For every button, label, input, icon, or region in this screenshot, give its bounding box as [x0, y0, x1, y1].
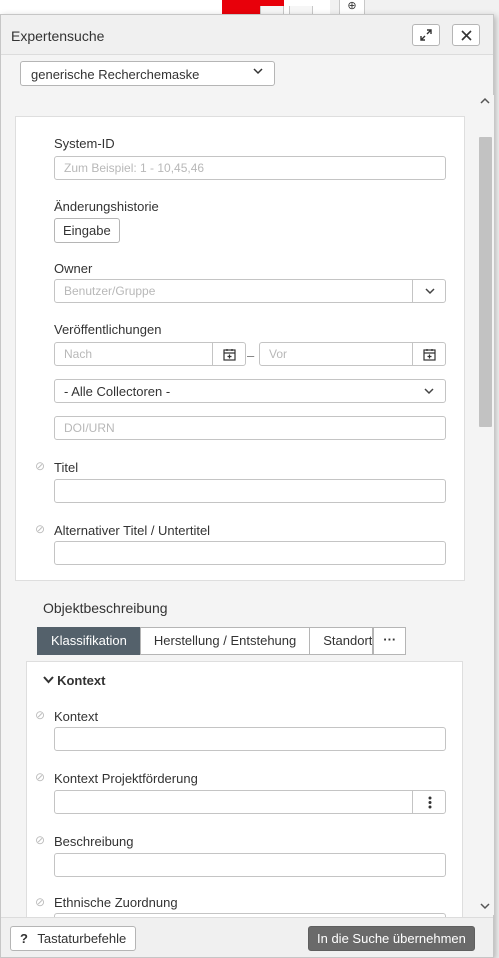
- publications-to-placeholder: Vor: [269, 347, 288, 361]
- ban-icon: ⊘: [35, 522, 46, 536]
- scrollbar-thumb[interactable]: [479, 137, 492, 427]
- calendar-icon[interactable]: [412, 342, 446, 366]
- publications-to-input[interactable]: Vor: [259, 342, 446, 366]
- keyboard-shortcuts-label: Tastaturbefehle: [37, 931, 127, 946]
- expand-icon: [420, 29, 432, 41]
- history-input-button[interactable]: Eingabe: [54, 218, 120, 243]
- ban-icon: ⊘: [35, 895, 46, 909]
- context-funding-label: Kontext Projektförderung: [54, 771, 198, 786]
- help-icon: ?: [20, 931, 28, 946]
- title-label: Titel: [54, 460, 79, 475]
- search-mask-value: generische Recherchemaske: [31, 67, 200, 82]
- keyboard-shortcuts-button[interactable]: ? Tastaturbefehle: [10, 926, 137, 951]
- description-input[interactable]: [54, 853, 446, 877]
- ban-icon: ⊘: [35, 770, 46, 784]
- chevron-down-icon: [412, 279, 446, 303]
- alt-title-label: Alternativer Titel / Untertitel: [54, 523, 211, 538]
- chevron-down-icon: [412, 379, 446, 403]
- dialog-titlebar: Expertensuche: [1, 15, 493, 55]
- collectors-value: - Alle Collectoren -: [64, 384, 171, 399]
- close-button[interactable]: [452, 24, 480, 46]
- chevron-down-icon: [43, 676, 57, 688]
- dialog-footer: ? Tastaturbefehle In die Suche übernehme…: [1, 917, 493, 957]
- description-label: Beschreibung: [54, 834, 134, 849]
- tab-herstellung[interactable]: Herstellung / Entstehung: [139, 627, 311, 655]
- dialog-title: Expertensuche: [11, 28, 105, 44]
- history-label: Änderungshistorie: [54, 199, 159, 214]
- ban-icon: ⊘: [35, 708, 46, 722]
- tab-standort[interactable]: Standort: [309, 627, 374, 655]
- ban-icon: ⊘: [35, 459, 46, 473]
- alt-title-input[interactable]: [54, 541, 446, 565]
- scroll-down-icon[interactable]: [480, 902, 490, 913]
- background-zoom-icon: ⊕: [339, 0, 365, 15]
- publications-from-input[interactable]: Nach: [54, 342, 246, 366]
- owner-label: Owner: [54, 261, 93, 276]
- context-group-title: Kontext: [57, 673, 106, 688]
- publications-from-placeholder: Nach: [64, 347, 93, 361]
- context-funding-input[interactable]: [54, 790, 446, 814]
- owner-select[interactable]: Benutzer/Gruppe: [54, 279, 446, 303]
- date-range-separator: –: [247, 348, 255, 363]
- chevron-down-icon: [252, 65, 264, 80]
- expand-button[interactable]: [412, 24, 440, 46]
- collectors-select[interactable]: - Alle Collectoren -: [54, 379, 446, 403]
- close-icon: [460, 29, 472, 41]
- search-mask-select[interactable]: generische Recherchemaske: [20, 61, 275, 86]
- ban-icon: ⊘: [35, 833, 46, 847]
- system-id-input[interactable]: Zum Beispiel: 1 - 10,45,46: [54, 156, 446, 180]
- ethnic-label: Ethnische Zuordnung: [54, 895, 178, 910]
- context-group-header[interactable]: Kontext: [43, 673, 105, 688]
- more-vertical-icon[interactable]: [412, 790, 446, 814]
- context-label: Kontext: [54, 709, 99, 724]
- doi-urn-input[interactable]: DOI/URN: [54, 416, 446, 440]
- owner-placeholder: Benutzer/Gruppe: [64, 284, 156, 298]
- more-tabs-button[interactable]: ···: [373, 627, 407, 655]
- scroll-up-icon[interactable]: [480, 97, 490, 108]
- apply-to-search-button[interactable]: In die Suche übernehmen: [308, 926, 475, 951]
- tab-klassifikation[interactable]: Klassifikation: [37, 627, 141, 655]
- context-input[interactable]: [54, 727, 446, 751]
- calendar-icon[interactable]: [212, 342, 246, 366]
- publications-label: Veröffentlichungen: [54, 322, 162, 337]
- system-id-label: System-ID: [54, 136, 115, 151]
- expert-search-dialog: Expertensuche generische Recherchemaske …: [0, 14, 494, 958]
- object-description-title: Objektbeschreibung: [43, 600, 168, 616]
- object-tabs: Klassifikation Herstellung / Entstehung …: [37, 627, 407, 655]
- scrollbar[interactable]: [477, 95, 494, 915]
- title-input[interactable]: [54, 479, 446, 503]
